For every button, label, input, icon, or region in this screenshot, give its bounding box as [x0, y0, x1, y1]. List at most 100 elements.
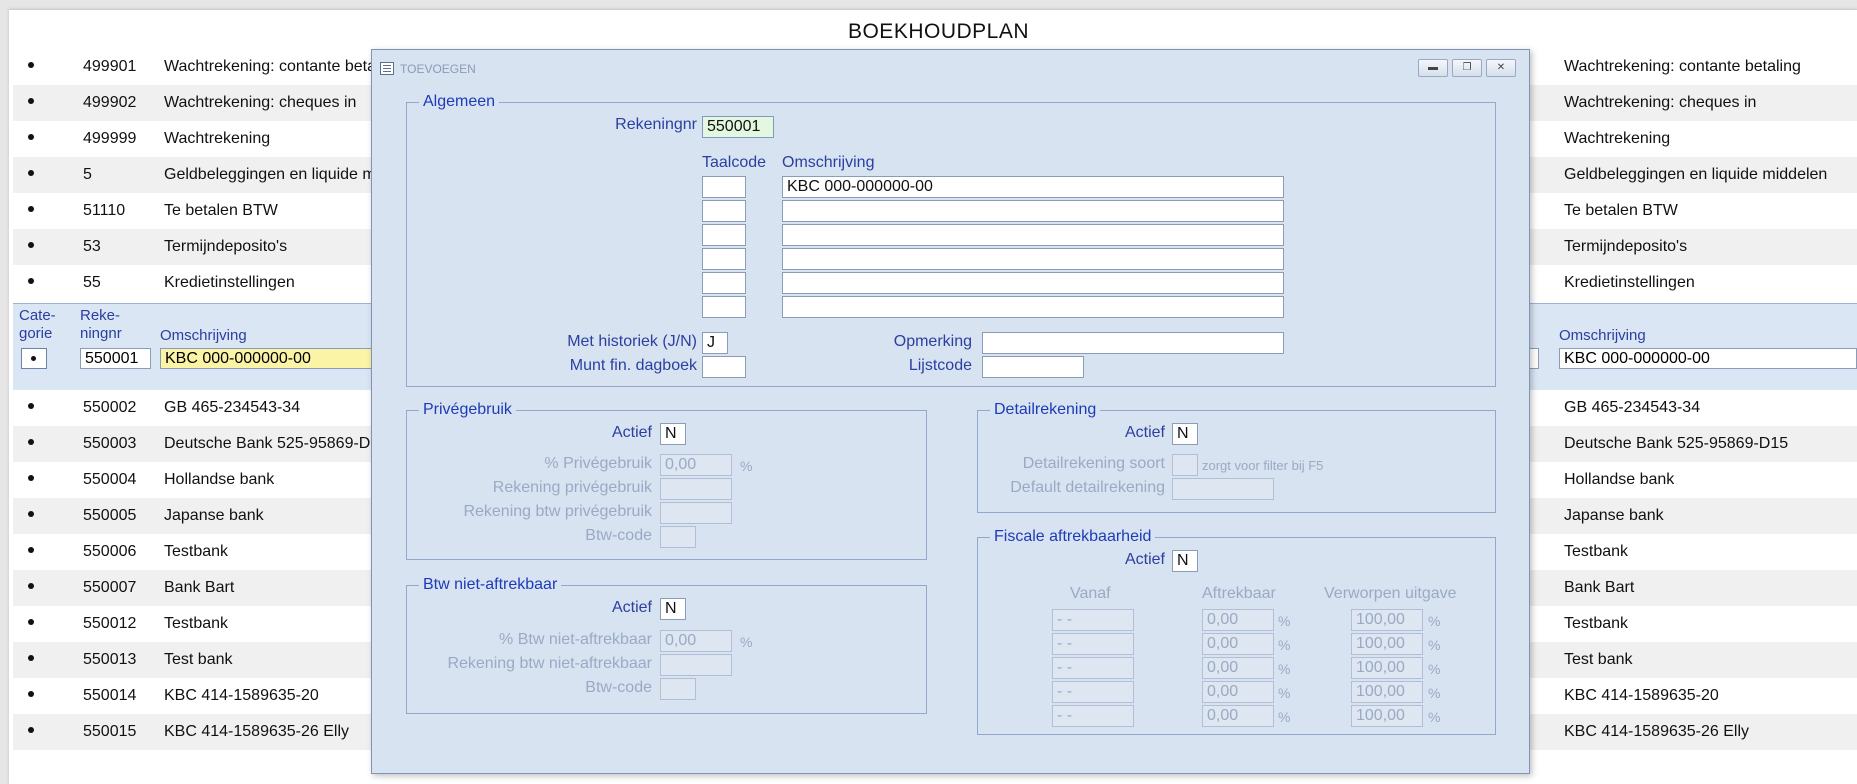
detail-actief-label: Actief: [1124, 424, 1165, 441]
bullet-icon: [28, 242, 34, 248]
account-description: Japanse bank: [164, 507, 264, 524]
taalcode-input[interactable]: [702, 296, 746, 318]
taalcode-input[interactable]: [702, 176, 746, 198]
account-number: 550006: [83, 543, 137, 560]
btw-actief-input[interactable]: [660, 598, 686, 620]
prive-actief-input[interactable]: [660, 423, 686, 445]
page-title: BOEKHOUDPLAN: [847, 20, 1030, 43]
dialog-title: TOEVOEGEN: [400, 62, 476, 76]
lijstcode-label: Lijstcode: [908, 357, 972, 374]
fiscaal-aftrekbaar-input[interactable]: [1202, 609, 1274, 631]
bullet-icon: [28, 691, 34, 697]
omschrijving-input[interactable]: [782, 296, 1284, 318]
btw-rek-label: Rekening btw niet-aftrekbaar: [447, 655, 652, 672]
fiscaal-actief-input[interactable]: [1172, 550, 1198, 572]
account-number: 550005: [83, 507, 137, 524]
omschrijving-input[interactable]: [782, 272, 1284, 294]
detail-default-input[interactable]: [1172, 478, 1274, 500]
group-fiscale-aftrekbaarheid: Fiscale aftrekbaarheid Actief Vanaf Aftr…: [977, 528, 1496, 735]
prive-rek-input[interactable]: [660, 478, 732, 500]
account-number: 550002: [83, 399, 137, 416]
minimize-button[interactable]: ▬: [1418, 59, 1448, 77]
group-detail-legend: Detailrekening: [990, 401, 1101, 419]
btw-pct-sign: %: [740, 634, 753, 650]
fiscaal-aftrekbaar-input[interactable]: [1202, 705, 1274, 727]
bullet-icon: [28, 206, 34, 212]
omschrijving-input[interactable]: [782, 248, 1284, 270]
fiscaal-vanaf-input[interactable]: [1052, 657, 1134, 679]
window-menu-icon[interactable]: [380, 62, 394, 75]
account-description-right: Test bank: [1564, 651, 1633, 668]
account-description: Wachtrekening: [164, 130, 271, 147]
fiscaal-aftrekbaar-input[interactable]: [1202, 657, 1274, 679]
historiek-input[interactable]: [702, 332, 728, 354]
taalcode-input[interactable]: [702, 224, 746, 246]
btw-rek-input[interactable]: [660, 654, 732, 676]
bullet-icon: [28, 134, 34, 140]
account-number: 550013: [83, 651, 137, 668]
fiscaal-vanaf-input[interactable]: [1052, 705, 1134, 727]
close-button[interactable]: ✕: [1486, 59, 1516, 77]
prive-pct-input[interactable]: [660, 454, 732, 476]
taalcode-input[interactable]: [702, 272, 746, 294]
omschrijving-input[interactable]: [782, 224, 1284, 246]
bullet-icon: [28, 278, 34, 284]
btw-pct-label: % Btw niet-aftrekbaar: [499, 631, 652, 648]
group-algemeen: Algemeen Rekeningnr Taalcode Omschrijvin…: [406, 93, 1496, 387]
fiscaal-vanaf-input[interactable]: [1052, 609, 1134, 631]
munt-label: Munt fin. dagboek: [569, 357, 697, 374]
opmerking-input[interactable]: [982, 332, 1284, 354]
account-description: Test bank: [164, 651, 233, 668]
account-description-right: Wachtrekening: [1564, 130, 1671, 147]
detail-actief-input[interactable]: [1172, 423, 1198, 445]
detail-soort-input[interactable]: [1172, 454, 1198, 476]
fiscaal-vanaf-input[interactable]: [1052, 633, 1134, 655]
fiscaal-verworpen-input[interactable]: [1351, 681, 1423, 703]
account-description-right: Japanse bank: [1564, 507, 1664, 524]
group-fiscaal-legend: Fiscale aftrekbaarheid: [990, 528, 1156, 546]
btw-btwcode-label: Btw-code: [585, 679, 652, 696]
fiscaal-verworpen-input[interactable]: [1351, 705, 1423, 727]
account-number: 550014: [83, 687, 137, 704]
fiscaal-vanaf-input[interactable]: [1052, 681, 1134, 703]
account-number: 550003: [83, 435, 137, 452]
group-privegebruik-legend: Privégebruik: [419, 401, 516, 419]
account-description: Testbank: [164, 615, 229, 632]
account-number: 550004: [83, 471, 137, 488]
edit-rekeningnr-input[interactable]: [80, 348, 151, 369]
omschrijving-input[interactable]: [782, 176, 1284, 198]
bullet-icon: [28, 727, 34, 733]
edit-omschrijving-right-input[interactable]: [1559, 348, 1857, 369]
fiscaal-aftrekbaar-input[interactable]: [1202, 681, 1274, 703]
account-number: 550015: [83, 723, 137, 740]
fiscaal-pct-sign: %: [1428, 613, 1441, 629]
prive-rekbtw-input[interactable]: [660, 502, 732, 524]
taalcode-input[interactable]: [702, 200, 746, 222]
bullet-icon: [28, 170, 34, 176]
lijstcode-input[interactable]: [982, 356, 1084, 378]
detail-default-label: Default detailrekening: [1010, 479, 1165, 496]
taalcode-input[interactable]: [702, 248, 746, 270]
btw-pct-input[interactable]: [660, 630, 732, 652]
btw-btwcode-input[interactable]: [660, 678, 696, 700]
prive-btwcode-input[interactable]: [660, 526, 696, 548]
account-number: 53: [83, 238, 101, 255]
account-number: 51110: [83, 202, 126, 219]
fiscaal-verworpen-input[interactable]: [1351, 657, 1423, 679]
maximize-button[interactable]: ❐: [1452, 59, 1482, 77]
col-omschrijving-right-header: Omschrijving: [1559, 327, 1646, 344]
categorie-checkbox[interactable]: [21, 348, 47, 369]
btw-actief-label: Actief: [611, 599, 652, 616]
account-description: Te betalen BTW: [164, 202, 278, 219]
account-description: GB 465-234543-34: [164, 399, 301, 416]
edit-omschrijving-input[interactable]: [160, 348, 380, 369]
group-privegebruik: Privégebruik Actief % Privégebruik % Rek…: [406, 401, 927, 560]
omschrijving-input[interactable]: [782, 200, 1284, 222]
fiscaal-verworpen-input[interactable]: [1351, 609, 1423, 631]
historiek-label: Met historiek (J/N): [567, 333, 697, 350]
account-description-right: KBC 414-1589635-26 Elly: [1564, 723, 1750, 740]
rekeningnr-input[interactable]: [702, 116, 774, 138]
fiscaal-aftrekbaar-input[interactable]: [1202, 633, 1274, 655]
munt-input[interactable]: [702, 356, 746, 378]
fiscaal-verworpen-input[interactable]: [1351, 633, 1423, 655]
